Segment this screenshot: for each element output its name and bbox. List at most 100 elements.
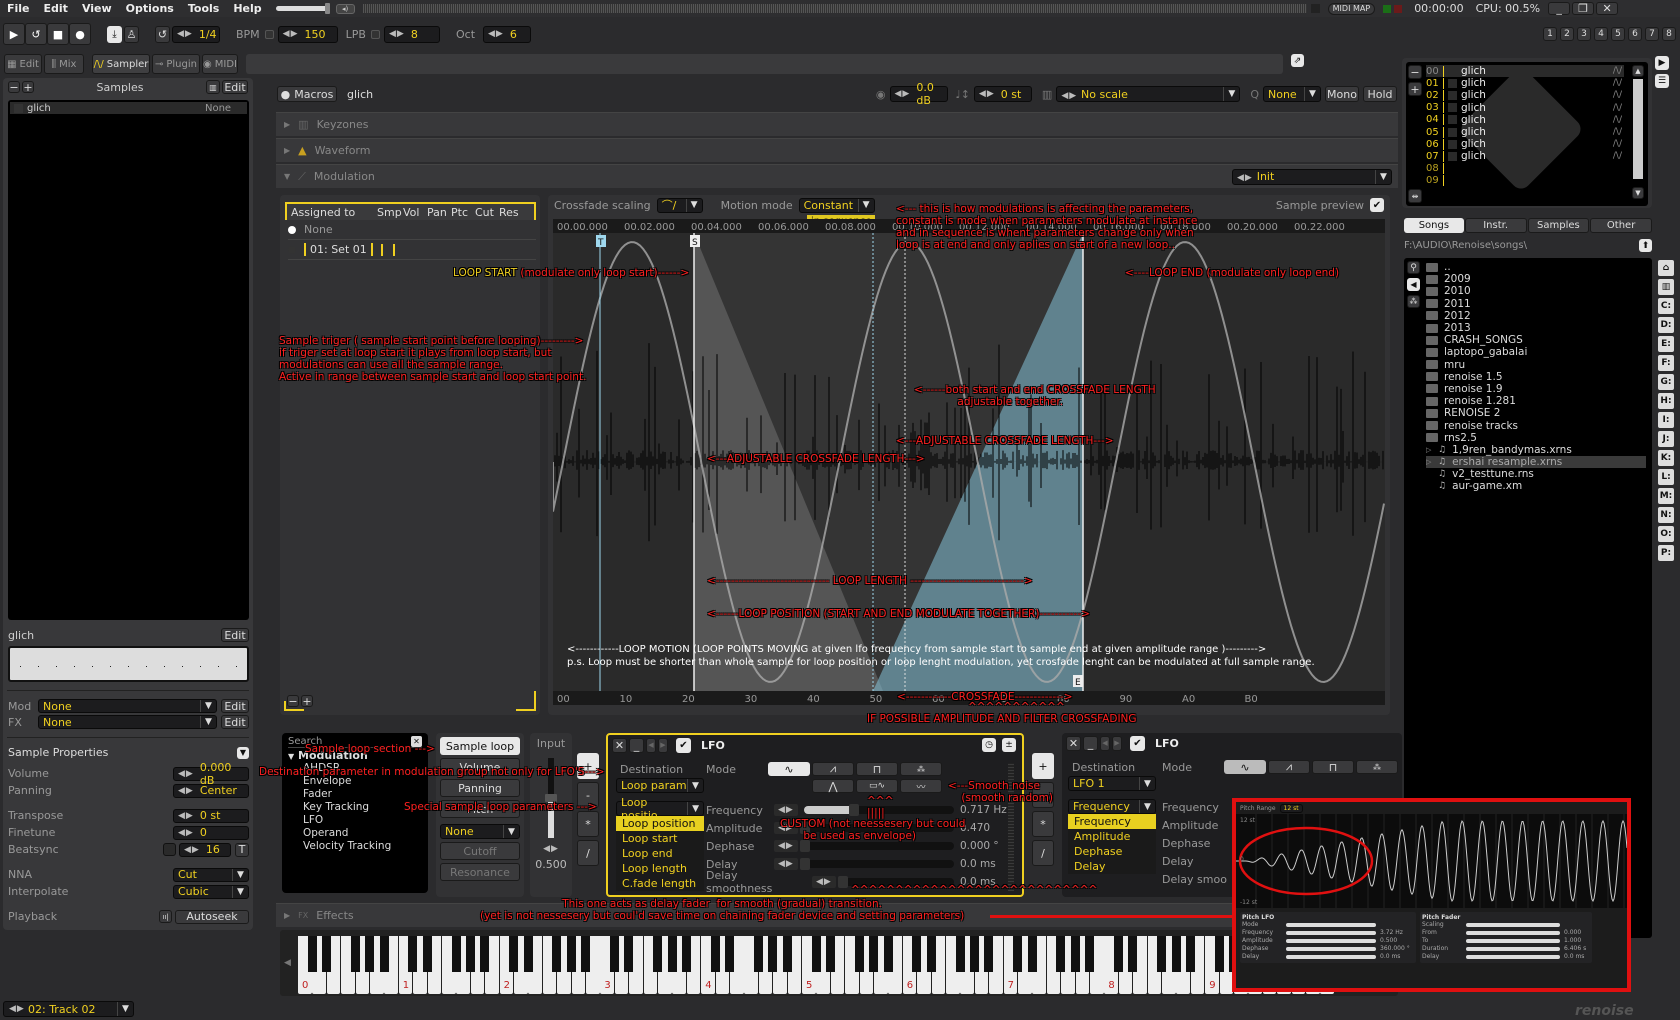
tab-edit[interactable]: ▦ Edit xyxy=(4,54,42,74)
browser-folder[interactable]: 2011 xyxy=(1426,298,1646,310)
browser-folder[interactable]: RENOISE 2 xyxy=(1426,407,1646,419)
tab-plugin[interactable]: ⊸ Plugin xyxy=(152,54,200,74)
keyboard-scroll-left[interactable]: ◀ xyxy=(284,958,291,968)
lfo1-minimize-button[interactable]: _ xyxy=(629,737,644,753)
browser-folder[interactable]: renoise 1.5 xyxy=(1426,371,1646,383)
block-loop-step[interactable]: ◀▶ 1/4 xyxy=(172,25,220,43)
piano-black-key[interactable] xyxy=(1171,936,1181,972)
mono-button[interactable]: Mono xyxy=(1325,86,1359,102)
minimize-button[interactable]: _ xyxy=(1548,2,1571,15)
drive-o[interactable]: O: xyxy=(1658,526,1674,542)
lfo1-param-stepper[interactable]: ◀▶ xyxy=(774,804,798,816)
tab-sampler[interactable]: /\/Sampler xyxy=(92,54,150,74)
browser-song-file[interactable]: ▷ ♫ 1,9ren_bandymas.xrns xyxy=(1426,444,1646,456)
piano-black-key[interactable] xyxy=(552,936,562,972)
parent-folder-button[interactable]: ⬆ xyxy=(1639,239,1652,252)
instrument-slot[interactable]: 05 glich/\/ xyxy=(1426,126,1624,138)
modulation-section[interactable]: ▼ ⟋ Modulation ◀▶ Init ▼ xyxy=(276,164,1398,188)
track-select[interactable]: ◀▶ 02: Track 02 ▼ xyxy=(3,1001,134,1017)
lfo2-mode-square-icon[interactable]: ⊓ xyxy=(1312,760,1354,774)
track-slot-4[interactable]: 4 xyxy=(1594,27,1608,41)
drive-c[interactable]: C: xyxy=(1658,298,1674,314)
track-slot-3[interactable]: 3 xyxy=(1577,27,1591,41)
mode-smooth-noise-icon[interactable]: 〰 xyxy=(900,779,942,793)
piano-black-key[interactable] xyxy=(566,936,576,972)
lfo2-option[interactable]: Dephase xyxy=(1068,844,1156,859)
piano-black-key[interactable] xyxy=(955,936,965,972)
tree-item[interactable]: Operand xyxy=(303,827,422,840)
mod-set-row[interactable]: 01: Set 01 xyxy=(288,240,536,260)
instrument-name[interactable]: glich xyxy=(347,88,373,101)
piano-black-key[interactable] xyxy=(422,936,432,972)
browser-preview-icon[interactable]: ◀ xyxy=(1407,278,1420,291)
tab-mix[interactable]: ⫼ Mix xyxy=(44,54,84,74)
lfo2-mode-random-icon[interactable]: ⁂ xyxy=(1356,760,1398,774)
piano-black-key[interactable] xyxy=(782,936,792,972)
loop-pattern-button[interactable]: ↺ xyxy=(25,23,47,45)
track-slot-8[interactable]: 8 xyxy=(1662,27,1676,41)
operator-divide-button[interactable]: / xyxy=(577,840,599,866)
menu-edit[interactable]: Edit xyxy=(44,2,68,15)
piano-black-key[interactable] xyxy=(667,936,677,972)
tree-item[interactable]: Velocity Tracking xyxy=(303,840,422,853)
play-preview-button[interactable]: ▶ xyxy=(1655,56,1669,70)
scroll-up-button[interactable]: ▲ xyxy=(1632,65,1644,77)
tab-midi[interactable]: ◉ MIDI xyxy=(202,54,238,74)
browser-folder[interactable]: 2013 xyxy=(1426,322,1646,334)
tree-item[interactable]: LFO xyxy=(303,814,422,827)
sample-preview-checkbox[interactable]: ✔ xyxy=(1370,198,1384,212)
mod-set-row[interactable]: None xyxy=(288,220,536,240)
samples-edit-button[interactable]: Edit xyxy=(222,80,248,94)
operator-add-button[interactable]: + xyxy=(1032,753,1054,779)
mod-set-select[interactable]: None ▼ xyxy=(38,699,217,713)
piano-black-key[interactable] xyxy=(725,936,735,972)
property-nna-select[interactable]: Cut ▼ xyxy=(173,867,249,882)
piano-black-key[interactable] xyxy=(1013,936,1023,972)
track-slot-6[interactable]: 6 xyxy=(1628,27,1642,41)
mode-custom-icon[interactable]: ▭∿ xyxy=(856,779,898,793)
track-slot-1[interactable]: 1 xyxy=(1543,27,1557,41)
piano-black-key[interactable] xyxy=(1027,936,1037,972)
lfo2-mode-sine-icon[interactable]: ∿ xyxy=(1224,760,1266,774)
lfo1-option[interactable]: Loop position xyxy=(616,816,704,831)
list-view-button[interactable]: ☰ xyxy=(1655,74,1669,88)
piano-black-key[interactable] xyxy=(1185,936,1195,972)
browser-filter-icon[interactable]: ⁂ xyxy=(1407,295,1420,308)
mod-set-preset-select[interactable]: ◀▶ Init ▼ xyxy=(1232,168,1392,185)
piano-black-key[interactable] xyxy=(969,936,979,972)
piano-black-key[interactable] xyxy=(581,936,591,972)
instrument-slot[interactable]: 07 glich/\/ xyxy=(1426,150,1624,162)
browser-tab-songs[interactable]: Songs xyxy=(1404,218,1464,233)
keyzones-section[interactable]: ▶ ▥ Keyzones xyxy=(276,112,1398,136)
scroll-down-button[interactable]: ▼ xyxy=(1632,187,1644,199)
piano-black-key[interactable] xyxy=(350,936,360,972)
lfo1-param-slider[interactable] xyxy=(799,840,954,852)
beatsync-toggle[interactable] xyxy=(163,843,176,856)
piano-black-key[interactable] xyxy=(379,936,389,972)
drive-d[interactable]: D: xyxy=(1658,317,1674,333)
browser-folder[interactable]: renoise tracks xyxy=(1426,419,1646,432)
remove-instrument-button[interactable]: − xyxy=(1408,65,1422,79)
piano-black-key[interactable] xyxy=(869,936,879,972)
browser-folder[interactable]: CRASH_SONGS xyxy=(1426,334,1646,346)
lfo1-param-stepper[interactable]: ◀▶ xyxy=(812,876,836,888)
lfo1-option[interactable]: Loop length xyxy=(616,861,704,876)
lfo2-enable-checkbox[interactable]: ✔ xyxy=(1130,735,1145,751)
mode-random-icon[interactable]: ⁂ xyxy=(900,762,942,776)
browser-folder[interactable]: renoise 1.9 xyxy=(1426,383,1646,395)
undock-button[interactable]: ⇗ xyxy=(1291,54,1304,67)
browser-tab-other[interactable]: Other xyxy=(1590,218,1652,233)
lfo1-option[interactable]: Loop end xyxy=(616,846,704,861)
lfo1-enable-checkbox[interactable]: ✔ xyxy=(676,737,691,753)
lfo1-move-left-button[interactable]: ◀ xyxy=(646,737,656,753)
metronome-button[interactable]: ♙ xyxy=(124,25,139,43)
drive-h[interactable]: H: xyxy=(1658,393,1674,409)
browser-folder[interactable]: 2010 xyxy=(1426,285,1646,297)
lfo1-close-button[interactable]: ✕ xyxy=(612,737,627,753)
lfo2-option[interactable]: Delay xyxy=(1068,859,1156,874)
sample-list-item[interactable]: glich None xyxy=(10,102,247,114)
piano-black-key[interactable] xyxy=(1085,936,1095,972)
lpb-value[interactable]: ◀▶ 8 xyxy=(383,25,440,43)
piano-black-key[interactable] xyxy=(465,936,475,972)
browser-tab-instr[interactable]: Instr. xyxy=(1464,218,1527,233)
